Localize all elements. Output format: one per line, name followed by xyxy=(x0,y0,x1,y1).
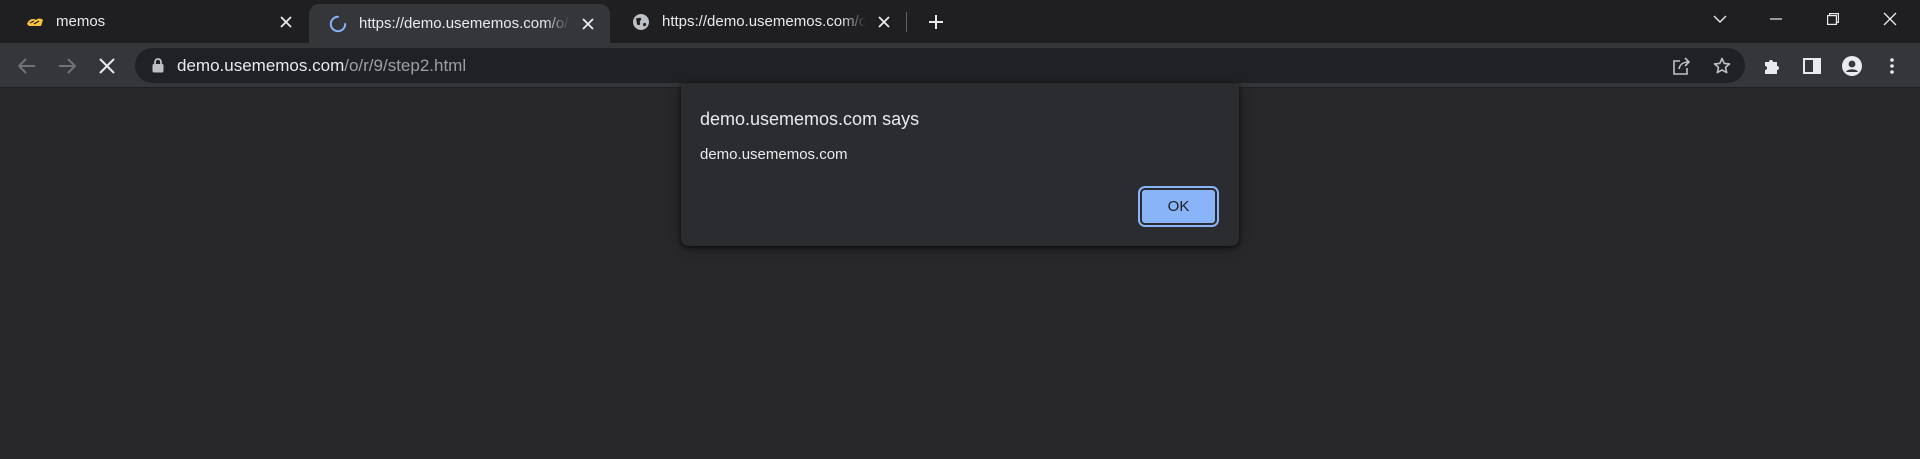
tab-separator xyxy=(906,12,907,32)
plus-icon xyxy=(928,14,944,30)
ok-button[interactable]: OK xyxy=(1138,186,1219,227)
close-icon xyxy=(99,58,115,74)
back-button[interactable] xyxy=(10,49,44,83)
close-icon xyxy=(1883,12,1897,26)
globe-icon xyxy=(632,13,650,31)
side-panel-button[interactable] xyxy=(1795,49,1829,83)
alert-dialog: demo.usememos.com says demo.usememos.com… xyxy=(681,84,1239,246)
memos-logo-icon xyxy=(26,13,44,31)
person-icon xyxy=(1842,56,1862,76)
tab-step2-active[interactable]: https://demo.usememos.com/o/r/9/step2.ht… xyxy=(309,4,610,43)
close-icon[interactable] xyxy=(872,10,896,34)
tab-title: memos xyxy=(56,13,106,30)
minimize-button[interactable] xyxy=(1748,0,1804,38)
tab-title: https://demo.usememos.com/o/r/9/step2.ht… xyxy=(359,15,570,32)
forward-button[interactable] xyxy=(50,49,84,83)
new-tab-button[interactable] xyxy=(922,8,950,36)
side-panel-icon xyxy=(1803,58,1821,74)
tab-title: https://demo.usememos.com/o/r/9/step2.ht… xyxy=(662,13,866,30)
lock-icon[interactable] xyxy=(150,57,166,74)
address-bar[interactable]: demo.usememos.com/o/r/9/step2.html xyxy=(135,48,1745,83)
restore-icon xyxy=(1827,13,1839,25)
browser-menu-button[interactable] xyxy=(1875,49,1909,83)
url-path: /o/r/9/step2.html xyxy=(344,56,467,75)
kebab-menu-icon xyxy=(1890,58,1894,74)
url-host: demo.usememos.com xyxy=(177,56,345,75)
close-icon[interactable] xyxy=(274,10,298,34)
stop-loading-button[interactable] xyxy=(90,49,124,83)
loading-spinner-icon xyxy=(329,15,347,33)
puzzle-icon xyxy=(1763,57,1781,75)
tab-memos[interactable]: memos xyxy=(6,0,308,43)
extensions-button[interactable] xyxy=(1755,49,1789,83)
chevron-down-icon xyxy=(1713,15,1727,23)
tab-strip: memos https://demo.usememos.com/o/r/9/st… xyxy=(0,0,1920,43)
close-icon[interactable] xyxy=(576,12,600,36)
tab-search-button[interactable] xyxy=(1692,0,1748,38)
star-icon[interactable] xyxy=(1708,52,1736,80)
window-close-button[interactable] xyxy=(1862,0,1918,38)
arrow-right-icon xyxy=(58,58,76,74)
dialog-message: demo.usememos.com xyxy=(700,146,848,163)
restore-button[interactable] xyxy=(1805,0,1861,38)
profile-button[interactable] xyxy=(1835,49,1869,83)
tab-step2[interactable]: https://demo.usememos.com/o/r/9/step2.ht… xyxy=(612,0,906,43)
url-text[interactable]: demo.usememos.com/o/r/9/step2.html xyxy=(177,56,466,75)
minimize-icon xyxy=(1770,18,1782,20)
dialog-title: demo.usememos.com says xyxy=(700,109,920,129)
arrow-left-icon xyxy=(18,58,36,74)
browser-toolbar: demo.usememos.com/o/r/9/step2.html xyxy=(0,43,1920,88)
share-icon[interactable] xyxy=(1668,52,1696,80)
